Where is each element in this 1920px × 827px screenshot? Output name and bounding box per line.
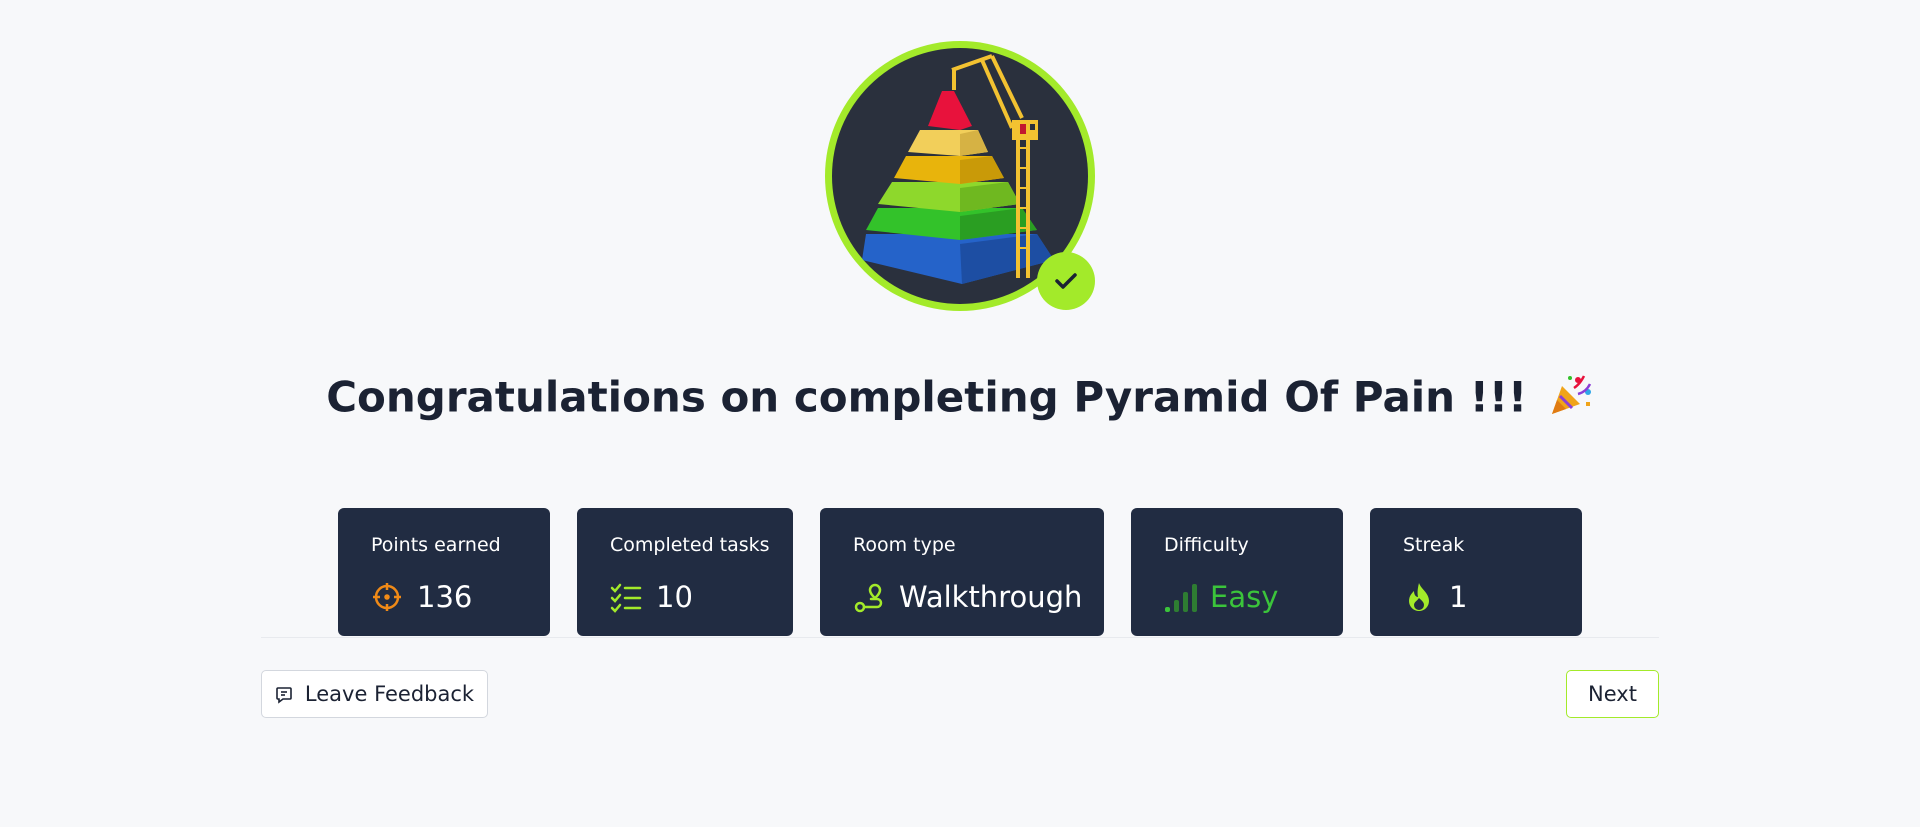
stat-label: Completed tasks: [610, 534, 770, 556]
stat-label: Room type: [853, 534, 956, 556]
next-label: Next: [1588, 682, 1637, 706]
stat-card-points: Points earned 136: [338, 508, 550, 636]
title-text: Congratulations on completing Pyramid Of…: [326, 372, 1528, 422]
stat-label: Streak: [1403, 534, 1465, 556]
signal-bars-icon: [1164, 581, 1197, 613]
leave-feedback-button[interactable]: Leave Feedback: [261, 670, 488, 718]
stat-value: Walkthrough: [899, 580, 1083, 614]
feedback-icon: [275, 685, 293, 704]
stat-label: Difficulty: [1164, 534, 1249, 556]
stat-value: 10: [656, 580, 693, 614]
stat-card-difficulty: Difficulty Easy: [1131, 508, 1343, 636]
leave-feedback-label: Leave Feedback: [304, 682, 475, 706]
stat-card-room-type: Room type Walkthrough: [820, 508, 1104, 636]
stat-card-streak: Streak 1: [1370, 508, 1582, 636]
stat-label: Points earned: [371, 534, 501, 556]
stat-value: 136: [417, 580, 473, 614]
stat-value: Easy: [1210, 580, 1279, 614]
next-button[interactable]: Next: [1566, 670, 1659, 718]
page-title: Congratulations on completing Pyramid Of…: [0, 372, 1920, 428]
completed-check-icon: [1037, 252, 1095, 310]
route-icon: [853, 581, 885, 613]
stat-card-tasks: Completed tasks 10: [577, 508, 793, 636]
checklist-icon: [610, 581, 642, 613]
party-popper-icon: [1548, 372, 1594, 428]
divider: [261, 637, 1659, 638]
target-icon: [371, 581, 403, 613]
flame-icon: [1403, 581, 1435, 613]
stat-value: 1: [1449, 580, 1468, 614]
